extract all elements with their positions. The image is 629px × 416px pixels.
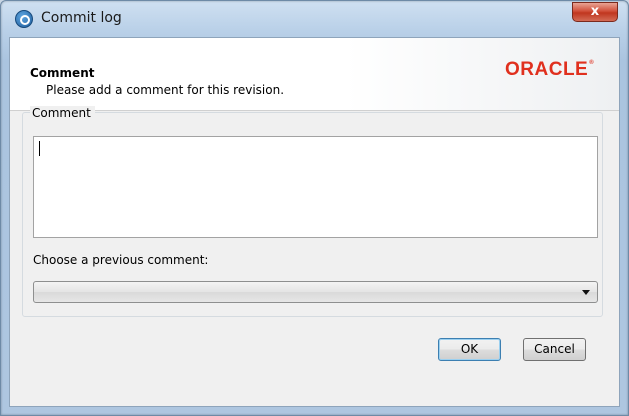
app-icon: [15, 10, 33, 28]
oracle-logo-text: ORACLE: [505, 59, 589, 80]
text-caret: [39, 141, 40, 156]
cancel-button[interactable]: Cancel: [523, 338, 586, 361]
comment-textarea[interactable]: [33, 136, 598, 238]
header-title: Comment: [30, 66, 95, 80]
ok-button[interactable]: OK: [438, 338, 501, 361]
oracle-logo-mark: ®: [589, 60, 595, 66]
dialog-window: Commit log x Comment Please add a commen…: [0, 0, 629, 416]
close-button[interactable]: x: [572, 2, 618, 22]
header-subtitle: Please add a comment for this revision.: [46, 83, 285, 97]
chevron-down-icon: [582, 290, 590, 295]
title-bar[interactable]: Commit log x: [1, 1, 628, 37]
oracle-logo: ORACLE®: [505, 59, 594, 81]
window-title: Commit log: [41, 10, 122, 26]
header-banner: Comment Please add a comment for this re…: [10, 38, 619, 111]
comment-group-legend: Comment: [30, 106, 95, 120]
previous-comment-label: Choose a previous comment:: [33, 253, 209, 267]
previous-comment-dropdown[interactable]: [33, 281, 598, 303]
